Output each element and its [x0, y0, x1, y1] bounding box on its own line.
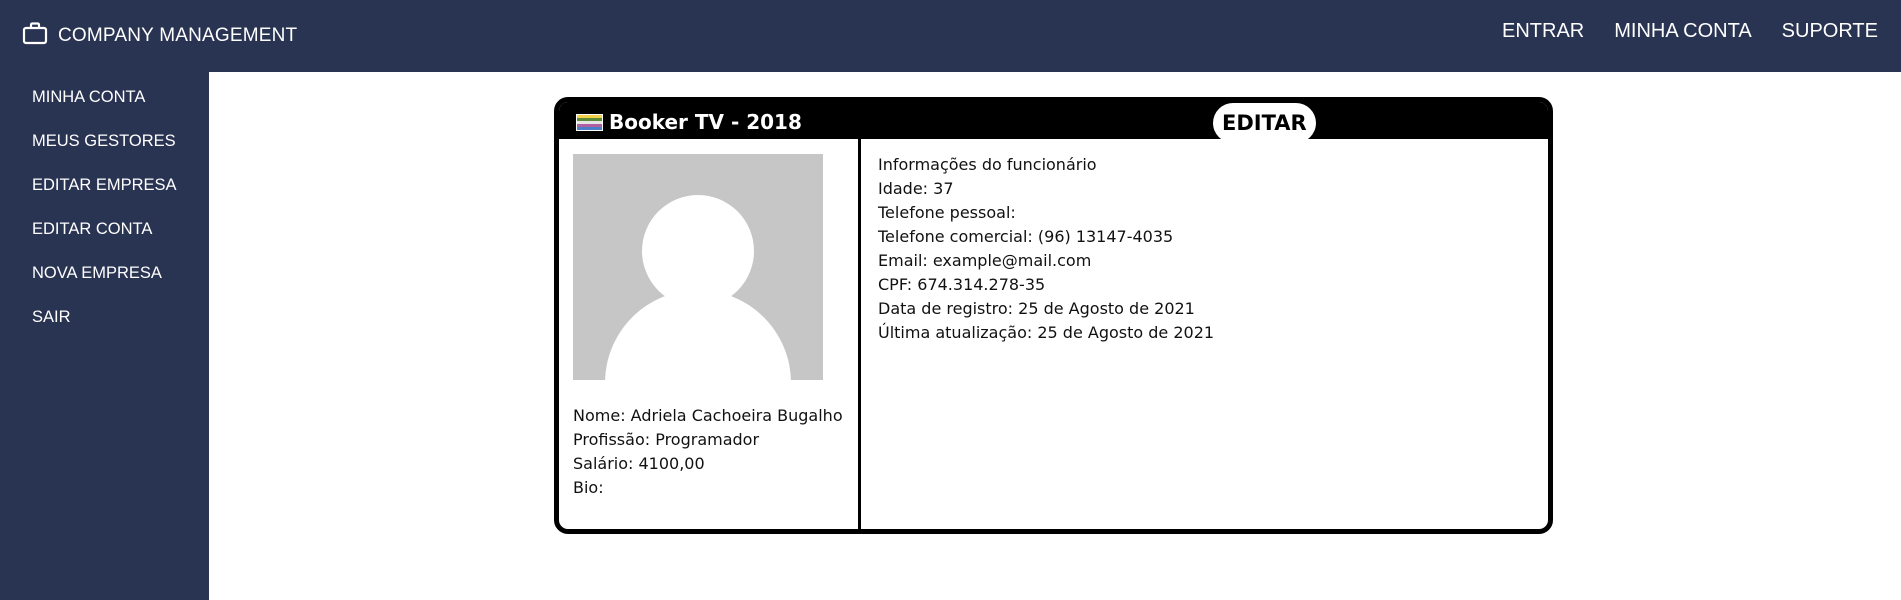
topnav-minha-conta-link[interactable]: MINHA CONTA [1614, 20, 1751, 43]
employee-card: Booker TV - 2018 EDITAR Nome: Adriela Ca… [554, 97, 1553, 534]
employee-age: Idade: 37 [878, 179, 954, 198]
sidebar-item-meus-gestores[interactable]: MEUS GESTORES [32, 132, 176, 151]
employee-registration-date: Data de registro: 25 de Agosto de 2021 [878, 299, 1195, 318]
avatar-placeholder [573, 154, 823, 380]
employee-last-update: Última atualização: 25 de Agosto de 2021 [878, 323, 1215, 342]
company-name: Booker TV - 2018 [609, 110, 802, 134]
sidebar-item-nova-empresa[interactable]: NOVA EMPRESA [32, 264, 162, 283]
sidebar-item-editar-empresa[interactable]: EDITAR EMPRESA [32, 176, 177, 195]
sidebar: MINHA CONTA MEUS GESTORES EDITAR EMPRESA… [0, 72, 209, 600]
card-header: Booker TV - 2018 EDITAR [559, 102, 1548, 143]
employee-profession: Profissão: Programador [573, 430, 760, 449]
top-nav-menu: ENTRAR MINHA CONTA SUPORTE [1472, 20, 1878, 43]
details-heading: Informações do funcionário [878, 155, 1097, 174]
employee-email: Email: example@mail.com [878, 251, 1092, 270]
employee-salary: Salário: 4100,00 [573, 454, 705, 473]
sidebar-item-minha-conta[interactable]: MINHA CONTA [32, 88, 145, 107]
edit-button[interactable]: EDITAR [1213, 103, 1316, 143]
sidebar-item-sair[interactable]: SAIR [32, 308, 71, 327]
topnav-suporte-link[interactable]: SUPORTE [1782, 20, 1878, 43]
employee-business-phone: Telefone comercial: (96) 13147-4035 [878, 227, 1174, 246]
top-navbar: COMPANY MANAGEMENT ENTRAR MINHA CONTA SU… [0, 0, 1901, 72]
sidebar-item-editar-conta[interactable]: EDITAR CONTA [32, 220, 152, 239]
briefcase-icon [22, 21, 58, 51]
brand[interactable]: COMPANY MANAGEMENT [22, 21, 297, 51]
flag-icon [576, 113, 603, 131]
employee-basic-info: Nome: Adriela Cachoeira Bugalho Profissã… [573, 404, 843, 500]
card-title: Booker TV - 2018 [576, 110, 802, 134]
employee-personal-phone: Telefone pessoal: [878, 203, 1016, 222]
topnav-entrar-link[interactable]: ENTRAR [1502, 20, 1584, 43]
employee-details-panel: Informações do funcionário Idade: 37 Tel… [878, 153, 1214, 345]
employee-profile-panel: Nome: Adriela Cachoeira Bugalho Profissã… [559, 139, 861, 529]
employee-cpf: CPF: 674.314.278-35 [878, 275, 1046, 294]
avatar-body-shape [605, 290, 791, 380]
app-title: COMPANY MANAGEMENT [58, 25, 298, 46]
employee-name: Nome: Adriela Cachoeira Bugalho [573, 406, 843, 425]
employee-bio: Bio: [573, 478, 604, 497]
